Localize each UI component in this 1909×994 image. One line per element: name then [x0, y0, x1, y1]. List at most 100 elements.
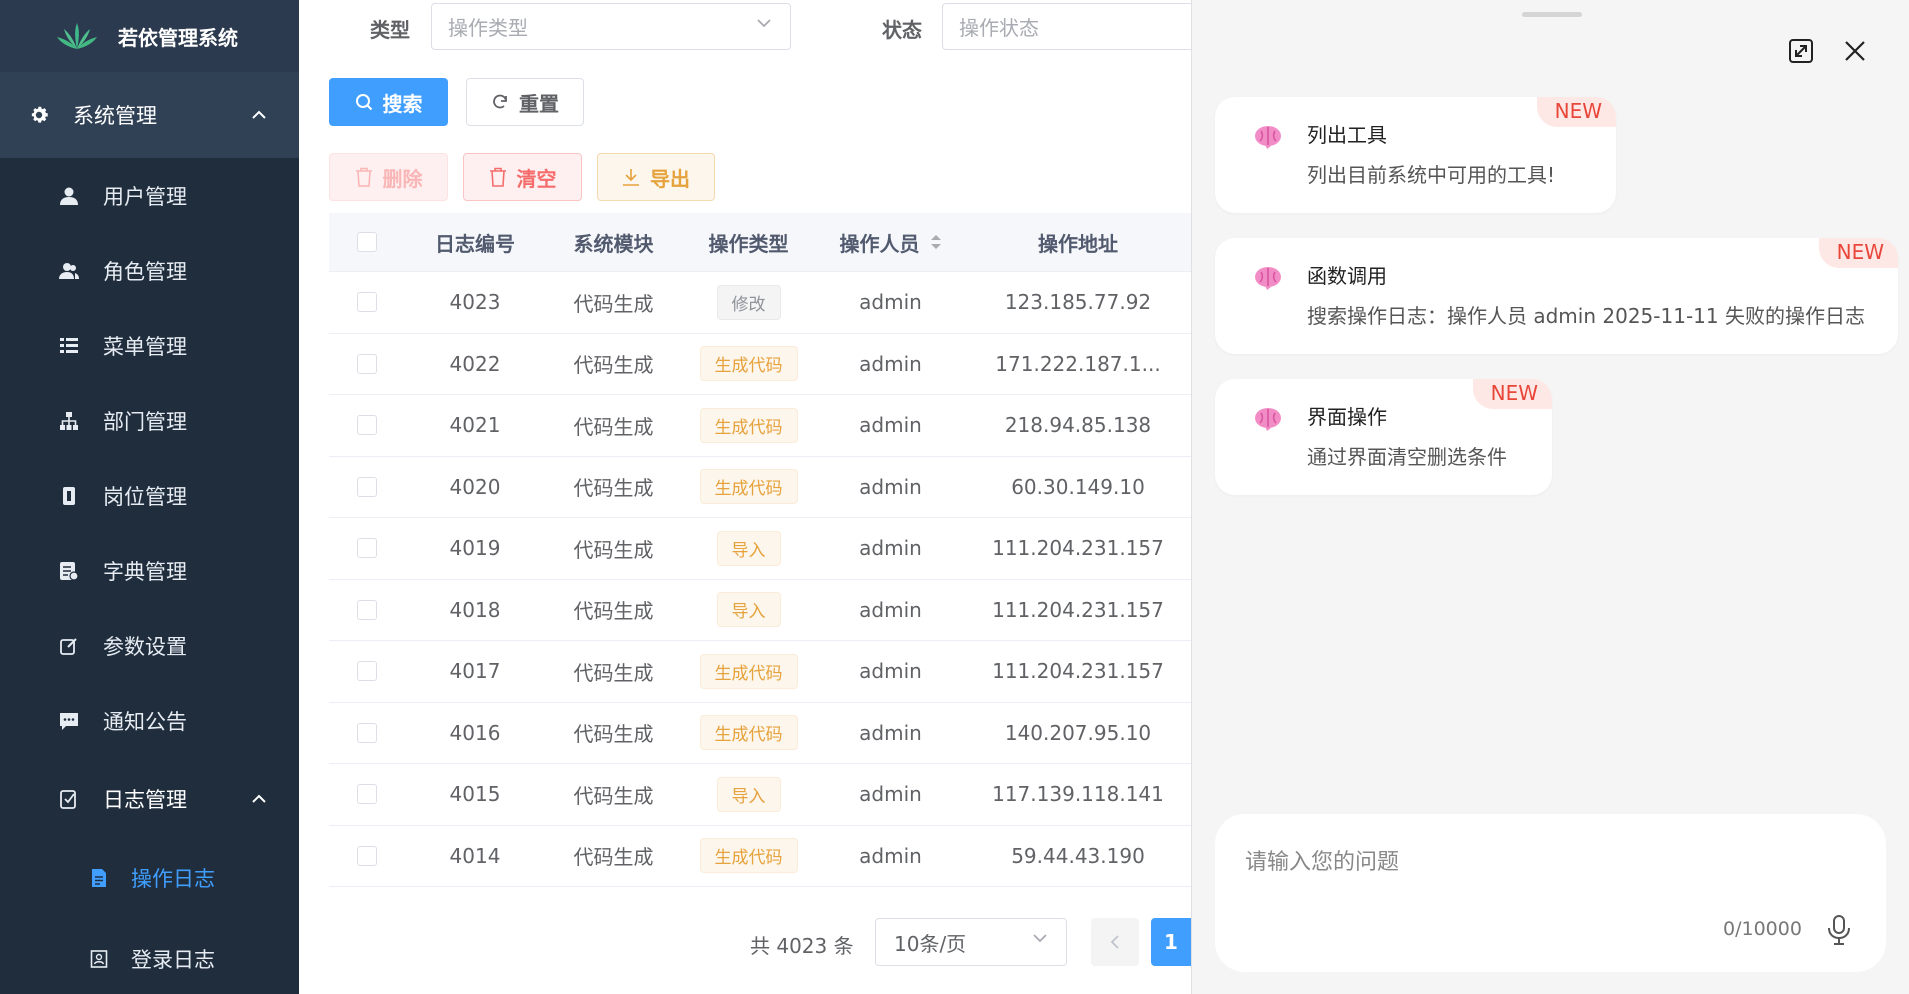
- sidebar-item-roles[interactable]: 角色管理: [0, 233, 299, 308]
- table-row[interactable]: 4018 代码生成 导入 admin 111.204.231.157: [329, 580, 1191, 641]
- sidebar-item-menus[interactable]: 菜单管理: [0, 308, 299, 383]
- table-row[interactable]: 4014 代码生成 生成代码 admin 59.44.43.190: [329, 826, 1191, 887]
- logo[interactable]: 若依管理系统: [0, 0, 299, 72]
- page-size-value: 10条/页: [894, 931, 967, 956]
- row-select-cell: [329, 599, 404, 620]
- type-select[interactable]: 操作类型: [431, 3, 791, 50]
- cell-module: 代码生成: [573, 722, 654, 747]
- post-icon: [57, 484, 81, 508]
- card-description: 搜索操作日志：操作人员 admin 2025-11-11 失败的操作日志: [1307, 304, 1865, 328]
- cell-id: 4015: [449, 782, 501, 807]
- cell-ip: 171.222.187.1...: [995, 351, 1161, 376]
- delete-button[interactable]: 删除: [329, 153, 448, 201]
- page-size-select[interactable]: 10条/页: [875, 918, 1067, 966]
- expand-button[interactable]: [1786, 36, 1816, 66]
- sidebar-item-notice[interactable]: 通知公告: [0, 683, 299, 758]
- cell-type: 生成代码: [681, 715, 816, 751]
- message-icon: [57, 709, 81, 733]
- sort-icon[interactable]: [930, 234, 942, 250]
- card-title: 界面操作: [1307, 405, 1387, 429]
- row-checkbox[interactable]: [356, 784, 377, 805]
- reset-button[interactable]: 重置: [466, 78, 584, 126]
- sidebar-item-depts[interactable]: 部门管理: [0, 383, 299, 458]
- cell-operator: admin: [859, 659, 922, 684]
- table-row[interactable]: 4020 代码生成 生成代码 admin 60.30.149.10: [329, 457, 1191, 518]
- menu-log[interactable]: 日志管理: [0, 758, 299, 840]
- drag-handle[interactable]: [1522, 12, 1582, 17]
- search-button-label: 搜索: [382, 91, 423, 116]
- mic-button[interactable]: [1823, 912, 1855, 948]
- table-row[interactable]: 4021 代码生成 生成代码 admin 218.94.85.138: [329, 395, 1191, 457]
- table-row[interactable]: 4022 代码生成 生成代码 admin 171.222.187.1...: [329, 334, 1191, 395]
- header-ip[interactable]: 操作地址: [965, 228, 1191, 257]
- table-row[interactable]: 4019 代码生成 导入 admin 111.204.231.157: [329, 518, 1191, 580]
- status-select[interactable]: 操作状态: [942, 3, 1202, 50]
- close-button[interactable]: [1840, 36, 1870, 66]
- page-number-1[interactable]: 1: [1151, 918, 1191, 966]
- suggestion-card[interactable]: 列出工具 列出目前系统中可用的工具! NEW: [1215, 97, 1616, 213]
- card-title: 函数调用: [1307, 264, 1387, 288]
- cell-type: 生成代码: [681, 469, 816, 505]
- tree-table-icon: [57, 334, 81, 358]
- row-checkbox[interactable]: [356, 415, 377, 436]
- search-button[interactable]: 搜索: [329, 78, 448, 126]
- header-operator[interactable]: 操作人员: [816, 228, 965, 257]
- row-checkbox[interactable]: [356, 292, 377, 313]
- menu-system[interactable]: 系统管理: [0, 72, 299, 158]
- cell-id: 4021: [449, 413, 501, 438]
- sidebar-item-dicts[interactable]: 字典管理: [0, 533, 299, 608]
- brain-icon: [1255, 267, 1281, 290]
- sidebar-item-posts[interactable]: 岗位管理: [0, 458, 299, 533]
- header-type[interactable]: 操作类型: [681, 228, 816, 257]
- suggestion-card[interactable]: 界面操作 通过界面清空删选条件 NEW: [1215, 379, 1552, 495]
- sidebar-item-users[interactable]: 用户管理: [0, 158, 299, 233]
- export-button[interactable]: 导出: [597, 153, 715, 201]
- select-all-checkbox[interactable]: [356, 232, 377, 252]
- table-row[interactable]: 4015 代码生成 导入 admin 117.139.118.141: [329, 764, 1191, 826]
- row-checkbox[interactable]: [356, 353, 377, 374]
- row-select-cell: [329, 661, 404, 682]
- sidebar-item-config[interactable]: 参数设置: [0, 608, 299, 683]
- header-id[interactable]: 日志编号: [404, 228, 546, 257]
- logininfor-icon: [87, 947, 111, 971]
- table-body: 4023 代码生成 修改 admin 123.185.77.92 4022 代码生成 生成代码…: [329, 272, 1191, 887]
- chevron-left-icon: [1110, 935, 1119, 949]
- sidebar-item-logininfor[interactable]: 登录日志: [0, 916, 299, 994]
- row-checkbox[interactable]: [356, 538, 377, 559]
- refresh-icon: [493, 94, 507, 109]
- row-checkbox[interactable]: [356, 661, 377, 682]
- sidebar-item-operlog[interactable]: 操作日志: [0, 840, 299, 916]
- cell-operator: admin: [859, 290, 922, 315]
- type-tag: 导入: [716, 592, 781, 628]
- card-title: 列出工具: [1307, 123, 1387, 147]
- cell-module: 代码生成: [573, 537, 654, 562]
- clear-button[interactable]: 清空: [463, 153, 582, 201]
- delete-button-label: 删除: [382, 166, 423, 191]
- header-module[interactable]: 系统模块: [546, 228, 681, 257]
- row-checkbox[interactable]: [356, 845, 377, 866]
- cell-ip: 59.44.43.190: [1011, 843, 1145, 868]
- suggestion-card[interactable]: 函数调用 搜索操作日志：操作人员 admin 2025-11-11 失败的操作日…: [1215, 238, 1898, 354]
- new-badge: NEW: [1818, 238, 1898, 268]
- chat-input-box[interactable]: 请输入您的问题 0/10000: [1215, 814, 1886, 972]
- table-row[interactable]: 4016 代码生成 生成代码 admin 140.207.95.10: [329, 703, 1191, 764]
- row-checkbox[interactable]: [356, 599, 377, 620]
- table-row[interactable]: 4017 代码生成 生成代码 admin 111.204.231.157: [329, 641, 1191, 703]
- expand-icon: [1789, 39, 1813, 63]
- cell-operator: admin: [859, 413, 922, 438]
- chat-input-placeholder[interactable]: 请输入您的问题: [1245, 844, 1399, 876]
- log-icon: [57, 787, 81, 811]
- cell-operator: admin: [859, 474, 922, 499]
- brain-icon: [1255, 126, 1281, 149]
- prev-page-button[interactable]: [1091, 918, 1139, 966]
- type-tag: 生成代码: [699, 653, 798, 689]
- cell-ip: 140.207.95.10: [1004, 720, 1152, 745]
- type-tag: 生成代码: [699, 715, 798, 751]
- row-checkbox[interactable]: [356, 722, 377, 743]
- row-checkbox[interactable]: [356, 476, 377, 497]
- chevron-up-icon: [252, 794, 266, 803]
- reset-button-label: 重置: [519, 91, 559, 116]
- table-row[interactable]: 4023 代码生成 修改 admin 123.185.77.92: [329, 272, 1191, 334]
- main-content: 类型 操作类型 状态 操作状态 搜索 重置 删除 清空 导出 日志编号 系统模块…: [299, 0, 1202, 994]
- select-all-cell: [329, 232, 404, 252]
